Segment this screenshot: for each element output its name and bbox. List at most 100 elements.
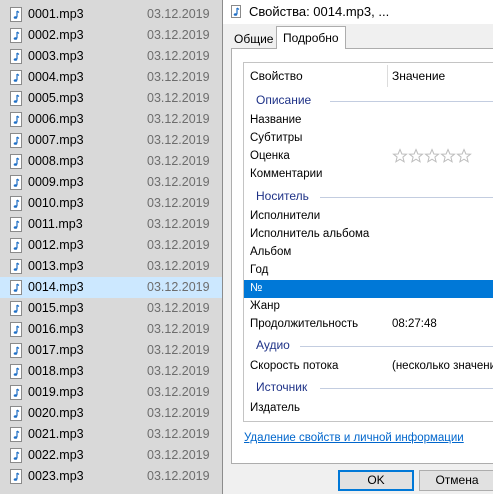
cancel-button[interactable]: Отмена: [419, 470, 493, 491]
file-date: 03.12.2019: [147, 385, 210, 399]
file-name: 0018.mp3: [28, 364, 84, 378]
group-divider: [320, 197, 493, 198]
file-row[interactable]: 0013.mp3 03.12.2019: [0, 256, 222, 277]
file-date: 03.12.2019: [147, 448, 210, 462]
remove-properties-link[interactable]: Удаление свойств и личной информации: [244, 432, 464, 444]
file-name: 0005.mp3: [28, 91, 84, 105]
file-name: 0022.mp3: [28, 448, 84, 462]
file-row[interactable]: 0020.mp3 03.12.2019: [0, 403, 222, 424]
property-row-artists[interactable]: Исполнители: [244, 208, 493, 226]
dialog-title: Свойства: 0014.mp3, ...: [249, 4, 390, 19]
audio-file-icon: [10, 469, 22, 484]
file-date: 03.12.2019: [147, 7, 210, 21]
group-header-source: Источник: [244, 379, 493, 397]
ok-button[interactable]: OK: [338, 470, 414, 491]
property-value: 08:27:48: [392, 318, 437, 330]
star-icon[interactable]: [424, 148, 440, 164]
file-row[interactable]: 0005.mp3 03.12.2019: [0, 88, 222, 109]
file-row[interactable]: 0023.mp3 03.12.2019: [0, 466, 222, 487]
property-name: Продолжительность: [250, 318, 359, 330]
property-name: №: [250, 282, 263, 294]
property-row-year[interactable]: Год: [244, 262, 493, 280]
property-name: Исполнители: [250, 210, 321, 222]
property-name: Жанр: [250, 300, 280, 312]
audio-file-icon: [10, 322, 22, 337]
column-header-value[interactable]: Значение: [392, 69, 445, 83]
file-date: 03.12.2019: [147, 322, 210, 336]
file-row[interactable]: 0017.mp3 03.12.2019: [0, 340, 222, 361]
properties-dialog: Свойства: 0014.mp3, ... Общие Подробно С…: [222, 0, 493, 494]
file-date: 03.12.2019: [147, 280, 210, 294]
group-header-media: Носитель: [244, 188, 493, 206]
file-row[interactable]: 0018.mp3 03.12.2019: [0, 361, 222, 382]
property-row-title[interactable]: Название: [244, 112, 493, 130]
file-row[interactable]: 0007.mp3 03.12.2019: [0, 130, 222, 151]
property-row-rating[interactable]: Оценка: [244, 148, 493, 166]
file-name: 0010.mp3: [28, 196, 84, 210]
audio-file-icon: [10, 133, 22, 148]
file-row[interactable]: 0010.mp3 03.12.2019: [0, 193, 222, 214]
file-row[interactable]: 0011.mp3 03.12.2019: [0, 214, 222, 235]
star-icon[interactable]: [392, 148, 408, 164]
audio-file-icon: [10, 49, 22, 64]
file-row[interactable]: 0022.mp3 03.12.2019: [0, 445, 222, 466]
star-icon[interactable]: [440, 148, 456, 164]
group-label: Носитель: [256, 189, 309, 203]
file-row[interactable]: 0015.mp3 03.12.2019: [0, 298, 222, 319]
audio-file-icon: [10, 175, 22, 190]
file-row[interactable]: 0009.mp3 03.12.2019: [0, 172, 222, 193]
property-name: Исполнитель альбома: [250, 228, 370, 240]
audio-file-icon: [10, 112, 22, 127]
star-icon[interactable]: [408, 148, 424, 164]
audio-file-icon: [10, 217, 22, 232]
audio-file-icon: [10, 7, 22, 22]
audio-file-icon: [10, 196, 22, 211]
file-row[interactable]: 0008.mp3 03.12.2019: [0, 151, 222, 172]
file-name: 0020.mp3: [28, 406, 84, 420]
group-label: Аудио: [256, 338, 290, 352]
audio-file-icon: [10, 91, 22, 106]
property-row-bitrate[interactable]: Скорость потока (несколько значени: [244, 358, 493, 376]
file-date: 03.12.2019: [147, 154, 210, 168]
file-row[interactable]: 0001.mp3 03.12.2019: [0, 4, 222, 25]
file-date: 03.12.2019: [147, 217, 210, 231]
property-row-album[interactable]: Альбом: [244, 244, 493, 262]
property-name: Скорость потока: [250, 360, 339, 372]
star-icon[interactable]: [456, 148, 472, 164]
file-name: 0015.mp3: [28, 301, 84, 315]
file-row[interactable]: 0002.mp3 03.12.2019: [0, 25, 222, 46]
dialog-title-bar[interactable]: Свойства: 0014.mp3, ...: [223, 0, 493, 24]
group-divider: [320, 388, 493, 389]
file-date: 03.12.2019: [147, 133, 210, 147]
column-divider[interactable]: [387, 65, 388, 87]
property-row-genre[interactable]: Жанр: [244, 298, 493, 316]
audio-file-icon: [10, 364, 22, 379]
file-name: 0013.mp3: [28, 259, 84, 273]
column-header-property[interactable]: Свойство: [250, 69, 303, 83]
file-date: 03.12.2019: [147, 469, 210, 483]
file-name: 0016.mp3: [28, 322, 84, 336]
file-list: 0001.mp3 03.12.2019 0002.mp3 03.12.2019 0003…: [0, 0, 222, 494]
file-row[interactable]: 0006.mp3 03.12.2019: [0, 109, 222, 130]
property-row-comments[interactable]: Комментарии: [244, 166, 493, 184]
property-row-publisher[interactable]: Издатель: [244, 400, 493, 418]
file-row[interactable]: 0014.mp3 03.12.2019: [0, 277, 222, 298]
rating-stars[interactable]: [392, 148, 472, 167]
file-date: 03.12.2019: [147, 364, 210, 378]
property-row-track[interactable]: №: [244, 280, 493, 298]
property-row-duration[interactable]: Продолжительность 08:27:48: [244, 316, 493, 334]
file-row[interactable]: 0003.mp3 03.12.2019: [0, 46, 222, 67]
file-name: 0004.mp3: [28, 70, 84, 84]
property-row-album-artist[interactable]: Исполнитель альбома: [244, 226, 493, 244]
file-date: 03.12.2019: [147, 343, 210, 357]
tab-general[interactable]: Общие: [227, 28, 280, 48]
file-row[interactable]: 0012.mp3 03.12.2019: [0, 235, 222, 256]
file-name: 0021.mp3: [28, 427, 84, 441]
file-row[interactable]: 0016.mp3 03.12.2019: [0, 319, 222, 340]
property-row-subtitle[interactable]: Субтитры: [244, 130, 493, 148]
file-row[interactable]: 0019.mp3 03.12.2019: [0, 382, 222, 403]
file-row[interactable]: 0004.mp3 03.12.2019: [0, 67, 222, 88]
file-row[interactable]: 0021.mp3 03.12.2019: [0, 424, 222, 445]
group-label: Источник: [256, 380, 308, 394]
tab-details[interactable]: Подробно: [276, 26, 346, 49]
